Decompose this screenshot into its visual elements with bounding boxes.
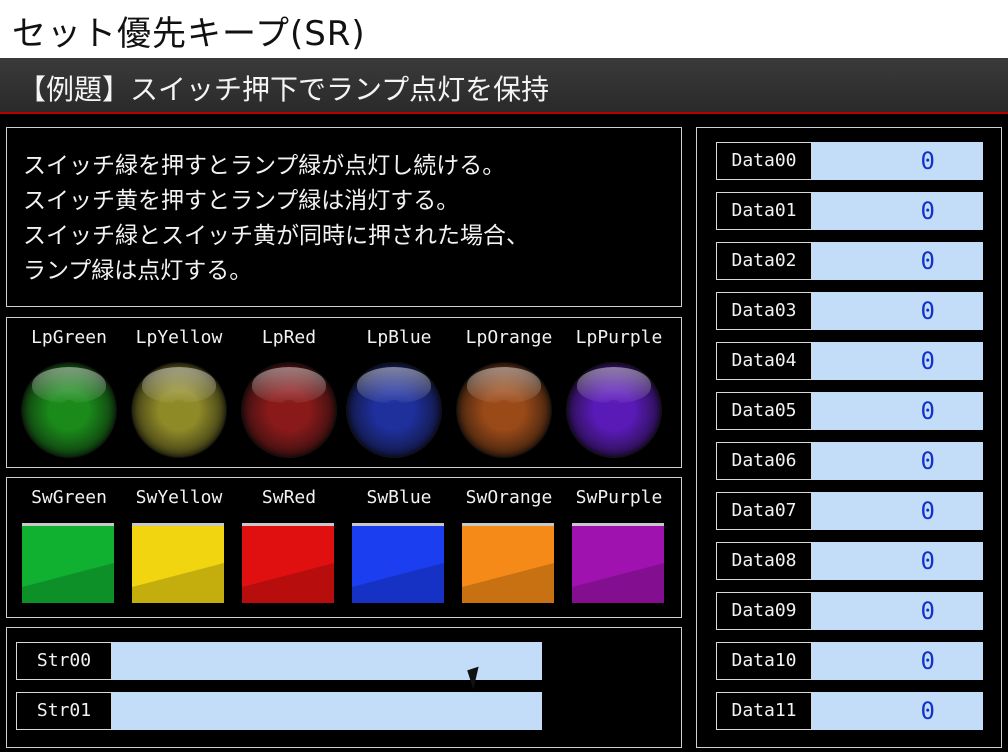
lamp-core xyxy=(604,400,624,420)
data00-label: Data00 xyxy=(716,142,812,180)
lamp-purple-indicator xyxy=(567,363,661,457)
switch-shine xyxy=(242,563,334,603)
string-panel: Str00 Str01 xyxy=(6,627,682,748)
lamp-core xyxy=(384,400,404,420)
lamp-gloss xyxy=(252,367,326,403)
lamp-gloss xyxy=(32,367,106,403)
data02-label: Data02 xyxy=(716,242,812,280)
data07-label: Data07 xyxy=(716,492,812,530)
switch-shine xyxy=(352,563,444,603)
switch-label-yellow: SwYellow xyxy=(135,487,223,508)
lamp-blue-indicator xyxy=(347,363,441,457)
data10-value-field[interactable]: 0 xyxy=(812,642,983,680)
data02-value-field[interactable]: 0 xyxy=(812,242,983,280)
title-bar: セット優先キープ(SR) xyxy=(0,0,1008,58)
description-line: ランプ緑は点灯する。 xyxy=(23,258,253,284)
description-line: スイッチ緑とスイッチ黄が同時に押された場合、 xyxy=(23,223,529,249)
lamp-core xyxy=(279,400,299,420)
switch-shine xyxy=(572,563,664,603)
switch-panel: SwGreen SwYellow SwRed SwBlue SwOrange S… xyxy=(6,477,682,618)
str01-value-field[interactable] xyxy=(112,692,542,730)
data00-value-field[interactable]: 0 xyxy=(812,142,983,180)
switch-label-green: SwGreen xyxy=(31,487,107,508)
switch-orange-button[interactable] xyxy=(462,523,554,603)
window-title: セット優先キープ(SR) xyxy=(12,14,366,54)
switch-label-red: SwRed xyxy=(261,487,317,508)
str01-label: Str01 xyxy=(16,692,112,730)
data08-label: Data08 xyxy=(716,542,812,580)
switch-blue-button[interactable] xyxy=(352,523,444,603)
switch-shine xyxy=(22,563,114,603)
lamp-core xyxy=(59,400,79,420)
description-panel: スイッチ緑を押すとランプ緑が点灯し続ける。 スイッチ黄を押すとランプ緑は消灯する… xyxy=(6,127,682,307)
lamp-gloss xyxy=(467,367,541,403)
data04-value-field[interactable]: 0 xyxy=(812,342,983,380)
lamp-green-indicator xyxy=(22,363,116,457)
switch-purple-button[interactable] xyxy=(572,523,664,603)
data06-label: Data06 xyxy=(716,442,812,480)
lamp-gloss xyxy=(142,367,216,403)
data10-label: Data10 xyxy=(716,642,812,680)
data09-value-field[interactable]: 0 xyxy=(812,592,983,630)
lamp-label-yellow: LpYellow xyxy=(135,327,223,348)
switch-shine xyxy=(132,563,224,603)
lamp-label-orange: LpOrange xyxy=(465,327,553,348)
lamp-label-red: LpRed xyxy=(261,327,317,348)
data04-label: Data04 xyxy=(716,342,812,380)
data03-label: Data03 xyxy=(716,292,812,330)
switch-label-orange: SwOrange xyxy=(465,487,553,508)
data11-label: Data11 xyxy=(716,692,812,730)
description-line: スイッチ緑を押すとランプ緑が点灯し続ける。 xyxy=(23,153,506,179)
lamp-label-purple: LpPurple xyxy=(575,327,663,348)
data05-value-field[interactable]: 0 xyxy=(812,392,983,430)
str00-label: Str00 xyxy=(16,642,112,680)
data01-value-field[interactable]: 0 xyxy=(812,192,983,230)
data09-label: Data09 xyxy=(716,592,812,630)
switch-green-button[interactable] xyxy=(22,523,114,603)
data01-label: Data01 xyxy=(716,192,812,230)
lamp-core xyxy=(169,400,189,420)
lamp-label-blue: LpBlue xyxy=(366,327,432,348)
switch-label-blue: SwBlue xyxy=(366,487,432,508)
data03-value-field[interactable]: 0 xyxy=(812,292,983,330)
data11-value-field[interactable]: 0 xyxy=(812,692,983,730)
description-line: スイッチ黄を押すとランプ緑は消灯する。 xyxy=(23,188,460,214)
switch-label-purple: SwPurple xyxy=(575,487,663,508)
switch-shine xyxy=(462,563,554,603)
subtitle-bar: 【例題】スイッチ押下でランプ点灯を保持 xyxy=(0,58,1008,114)
data07-value-field[interactable]: 0 xyxy=(812,492,983,530)
data06-value-field[interactable]: 0 xyxy=(812,442,983,480)
data08-value-field[interactable]: 0 xyxy=(812,542,983,580)
data05-label: Data05 xyxy=(716,392,812,430)
data-panel: Data00 0 Data01 0 Data02 0 Data03 0 Data… xyxy=(696,127,1002,748)
lamp-gloss xyxy=(357,367,431,403)
switch-red-button[interactable] xyxy=(242,523,334,603)
switch-yellow-button[interactable] xyxy=(132,523,224,603)
lamp-gloss xyxy=(577,367,651,403)
lamp-panel: LpGreen LpYellow LpRed LpBlue LpOrange L… xyxy=(6,317,682,468)
page-subtitle: 【例題】スイッチ押下でランプ点灯を保持 xyxy=(18,73,550,106)
lamp-yellow-indicator xyxy=(132,363,226,457)
lamp-label-green: LpGreen xyxy=(31,327,107,348)
lamp-orange-indicator xyxy=(457,363,551,457)
lamp-core xyxy=(494,400,514,420)
lamp-red-indicator xyxy=(242,363,336,457)
